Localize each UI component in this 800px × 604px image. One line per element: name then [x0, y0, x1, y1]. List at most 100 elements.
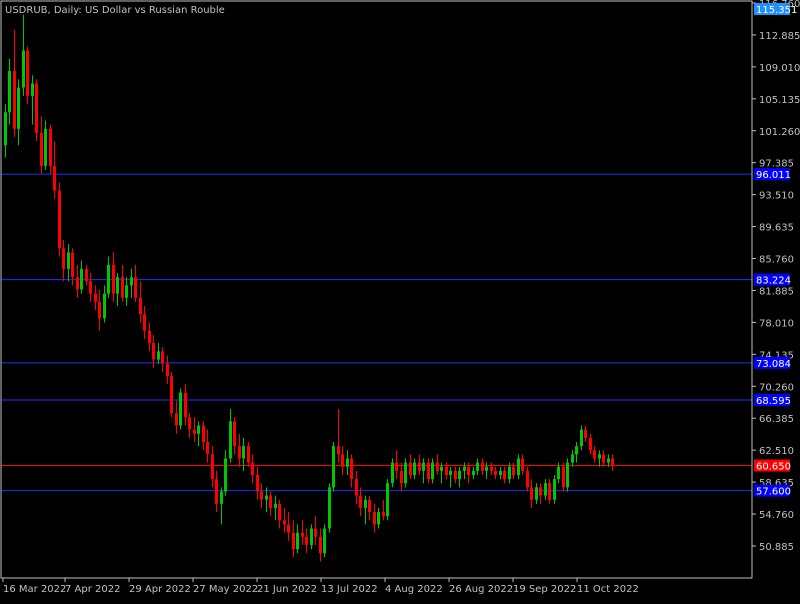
- chart-window[interactable]: 116.760112.885109.010105.135101.26097.38…: [0, 0, 800, 600]
- candle-body: [445, 466, 448, 475]
- x-tick-label: 21 Jun 2022: [257, 584, 317, 595]
- candle-body: [584, 429, 587, 438]
- candle-body: [548, 483, 551, 500]
- candle-body: [202, 425, 205, 442]
- candle-body: [566, 462, 569, 488]
- candle-body: [319, 536, 322, 554]
- candle-body: [580, 429, 583, 447]
- candle-body: [13, 71, 16, 129]
- candle-body: [422, 462, 425, 471]
- candle-body: [589, 437, 592, 451]
- candle-body: [98, 301, 101, 319]
- candle-body: [494, 470, 497, 475]
- candle: [26, 46, 29, 105]
- y-tick-label: 50.885: [759, 542, 794, 553]
- y-tick-label: 97.385: [759, 159, 794, 170]
- candle-body: [377, 512, 380, 525]
- candle-body: [17, 87, 20, 129]
- candle-body: [283, 520, 286, 525]
- candle-body: [76, 277, 79, 290]
- candle-body: [71, 252, 74, 278]
- candle-body: [49, 128, 52, 166]
- candle: [328, 483, 331, 533]
- candle-body: [242, 446, 245, 459]
- level-price-label: 96.011: [756, 170, 791, 181]
- price-chart[interactable]: 116.760112.885109.010105.135101.26097.38…: [0, 0, 800, 600]
- candle-body: [557, 466, 560, 480]
- candle-body: [382, 512, 385, 517]
- candle-body: [508, 466, 511, 480]
- candle: [323, 524, 326, 558]
- candle-body: [184, 392, 187, 418]
- x-tick-label: 29 Apr 2022: [129, 584, 191, 595]
- candle-body: [278, 503, 281, 521]
- candle: [553, 474, 556, 504]
- candle-body: [485, 466, 488, 471]
- candle-body: [179, 392, 182, 426]
- candle-body: [251, 462, 254, 475]
- candle-body: [44, 128, 47, 166]
- candle-body: [53, 165, 56, 191]
- candle-body: [305, 536, 308, 546]
- y-tick-label: 78.010: [759, 318, 794, 329]
- candle-body: [256, 474, 259, 492]
- candle-body: [413, 462, 416, 475]
- candle-body: [310, 528, 313, 546]
- candle-body: [611, 458, 614, 466]
- candle-body: [467, 466, 470, 475]
- x-tick-label: 11 Oct 2022: [577, 584, 639, 595]
- x-tick-label: 4 Aug 2022: [385, 584, 443, 595]
- candle-body: [238, 446, 241, 459]
- candle-body: [404, 462, 407, 484]
- candle-body: [193, 429, 196, 434]
- y-tick-label: 112.885: [759, 31, 800, 42]
- candle-body: [157, 351, 160, 360]
- candle-body: [593, 450, 596, 459]
- y-tick-label: 85.760: [759, 255, 794, 266]
- candle: [332, 441, 335, 492]
- candle-body: [323, 528, 326, 554]
- candle-body: [350, 458, 353, 480]
- candle-body: [449, 470, 452, 475]
- y-tick-label: 109.010: [759, 63, 800, 74]
- candle-body: [575, 446, 578, 455]
- candle-body: [4, 112, 7, 146]
- candle-body: [125, 285, 128, 298]
- candle-body: [269, 495, 272, 508]
- x-tick-label: 19 Sep 2022: [513, 584, 576, 595]
- candle: [562, 462, 565, 492]
- candle-body: [247, 446, 250, 463]
- candle-body: [562, 466, 565, 488]
- candle-body: [427, 462, 430, 480]
- level-price-label: 73.084: [756, 359, 791, 370]
- candle-body: [143, 314, 146, 331]
- candle-body: [274, 503, 277, 508]
- candle-body: [530, 487, 533, 500]
- candle-body: [292, 532, 295, 550]
- candle-body: [161, 351, 164, 364]
- candle-body: [602, 454, 605, 463]
- candle-body: [211, 454, 214, 480]
- candle-body: [296, 532, 299, 550]
- candle-body: [80, 268, 83, 290]
- candle-body: [431, 462, 434, 480]
- candle-body: [265, 495, 268, 500]
- candle-body: [544, 483, 547, 496]
- candle-body: [148, 330, 151, 344]
- candle: [566, 458, 569, 492]
- top-price-label: 115.351: [756, 5, 797, 16]
- candle-body: [170, 376, 173, 414]
- candle-body: [107, 264, 110, 294]
- candle-body: [440, 466, 443, 471]
- candle-body: [220, 491, 223, 504]
- y-tick-label: 66.385: [759, 414, 794, 425]
- candle-body: [337, 446, 340, 455]
- x-tick-label: 13 Jul 2022: [321, 584, 378, 595]
- candle-body: [121, 277, 124, 298]
- candle-body: [94, 293, 97, 302]
- y-tick-label: 81.885: [759, 286, 794, 297]
- candle-body: [301, 532, 304, 537]
- candle-body: [476, 462, 479, 471]
- chart-background: [0, 0, 800, 600]
- candle-body: [134, 277, 137, 298]
